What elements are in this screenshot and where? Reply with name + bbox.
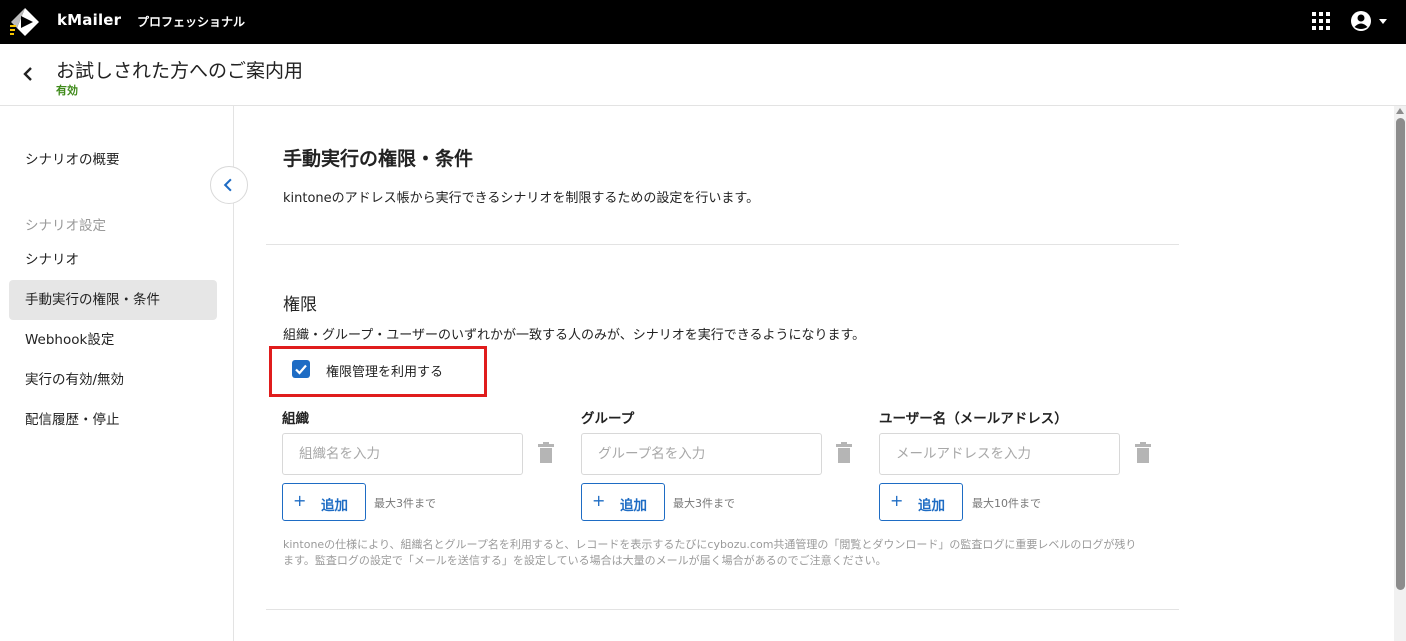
sidebar-item-manual-permissions[interactable]: 手動実行の権限・条件 (9, 280, 217, 320)
page-title: お試しされた方へのご案内用 (56, 60, 304, 82)
user-limit: 最大10件まで (972, 497, 1041, 510)
add-button-label: 追加 (918, 498, 945, 514)
permission-checkbox-label[interactable]: 権限管理を利用する (326, 361, 443, 380)
sidebar-item-scenario[interactable]: シナリオ (9, 240, 217, 280)
add-button-label: 追加 (321, 498, 348, 514)
sidebar-item-delivery-history[interactable]: 配信履歴・停止 (9, 400, 217, 440)
chevron-down-icon (1379, 19, 1387, 24)
permission-description: 組織・グループ・ユーザーのいずれかが一致する人のみが、シナリオを実行できるように… (283, 328, 866, 343)
plus-icon: + (293, 491, 307, 510)
permission-heading: 権限 (283, 295, 317, 315)
status-badge: 有効 (56, 84, 78, 97)
organization-limit: 最大3件まで (374, 497, 436, 510)
organization-input[interactable] (282, 433, 523, 475)
add-group-button[interactable]: + 追加 (581, 483, 665, 521)
divider (266, 244, 1179, 245)
trash-icon[interactable] (537, 442, 555, 464)
plus-icon: + (890, 491, 904, 510)
plus-icon: + (592, 491, 606, 510)
sidebar-item-enable-disable[interactable]: 実行の有効/無効 (9, 360, 217, 400)
apps-grid-icon[interactable] (1312, 12, 1330, 30)
check-icon (295, 364, 307, 375)
organization-label: 組織 (282, 411, 309, 427)
user-email-input[interactable] (879, 433, 1120, 475)
sidebar: シナリオの概要 シナリオ設定 シナリオ 手動実行の権限・条件 Webhook設定… (0, 106, 234, 641)
group-input[interactable] (581, 433, 822, 475)
trash-icon[interactable] (1134, 442, 1152, 464)
account-circle-icon[interactable] (1349, 9, 1389, 33)
trash-icon[interactable] (835, 442, 853, 464)
section-title: 手動実行の権限・条件 (283, 148, 474, 170)
page-header: お試しされた方へのご案内用 有効 (0, 44, 1406, 106)
brand-name: kMailer (57, 11, 122, 29)
sidebar-item-overview[interactable]: シナリオの概要 (9, 140, 217, 180)
audit-log-note: kintoneの仕様により、組織名とグループ名を利用すると、レコードを表示するた… (283, 538, 1137, 567)
back-arrow-icon[interactable] (16, 62, 40, 86)
sidebar-group-label: シナリオ設定 (25, 218, 106, 234)
edition-label: プロフェッショナル (137, 15, 246, 29)
sidebar-item-webhook[interactable]: Webhook設定 (9, 320, 217, 360)
group-limit: 最大3件まで (673, 497, 735, 510)
user-label: ユーザー名（メールアドレス） (879, 411, 1068, 427)
add-user-button[interactable]: + 追加 (879, 483, 963, 521)
permission-checkbox[interactable] (292, 360, 310, 378)
collapse-sidebar-button[interactable] (210, 166, 248, 204)
scroll-up-arrow-icon[interactable] (1395, 107, 1405, 115)
top-bar: kMailer プロフェッショナル (0, 0, 1406, 44)
chevron-left-icon (223, 178, 232, 192)
scrollbar-thumb[interactable] (1396, 118, 1405, 590)
divider (266, 609, 1179, 610)
group-label: グループ (581, 411, 635, 427)
add-button-label: 追加 (620, 498, 647, 514)
main-content: 手動実行の権限・条件 kintoneのアドレス帳から実行できるシナリオを制限する… (234, 106, 1394, 641)
kmailer-logo-icon[interactable] (9, 6, 41, 38)
section-description: kintoneのアドレス帳から実行できるシナリオを制限するための設定を行います。 (283, 191, 760, 206)
add-organization-button[interactable]: + 追加 (282, 483, 366, 521)
